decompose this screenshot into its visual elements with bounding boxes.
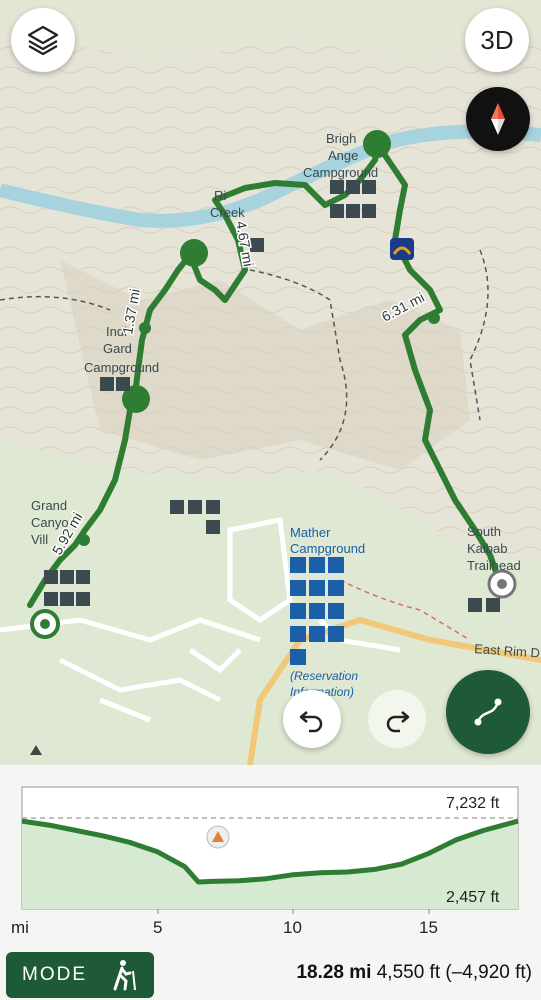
end-marker[interactable] <box>487 569 517 599</box>
route-tool-button[interactable] <box>446 670 530 754</box>
compass-icon <box>491 103 505 135</box>
label-bright-angel: Campground <box>303 165 378 180</box>
label-mather: Mather <box>290 525 331 540</box>
label-bright-angel: Brigh <box>326 131 356 146</box>
hiker-icon <box>113 960 136 991</box>
max-elevation-label: 7,232 ft <box>446 795 500 812</box>
axis-unit-label: mi <box>11 918 29 937</box>
layers-button[interactable] <box>11 8 75 72</box>
x-tick-label: 15 <box>419 918 438 937</box>
label-reservation: (Reservation <box>290 669 358 683</box>
waypoint[interactable] <box>180 239 208 267</box>
x-tick-label: 5 <box>153 918 163 937</box>
3d-toggle-button[interactable]: 3D <box>465 8 529 72</box>
route-distance: 18.28 mi <box>296 962 372 983</box>
compass-button[interactable] <box>466 87 530 151</box>
route-stats: 18.28 mi 4,550 ft (–4,920 ft) <box>296 962 532 984</box>
label-south-kaibab: South <box>467 524 501 539</box>
route-icon <box>474 698 502 726</box>
mode-button[interactable]: MODE <box>6 952 154 998</box>
label-creek: Creek <box>210 205 245 220</box>
waypoint-small[interactable] <box>78 534 90 546</box>
trail-map[interactable]: Brigh Ange Campground Ri Creek Indi Gard… <box>0 0 541 765</box>
label-grand-canyon: Vill <box>31 532 48 547</box>
label-creek: Ri <box>214 188 226 203</box>
waypoint-small[interactable] <box>139 322 151 334</box>
x-tick-label: 10 <box>283 918 302 937</box>
label-south-kaibab: Trailhead <box>467 558 521 573</box>
redo-icon <box>386 711 410 733</box>
label-indian-garden: Gard <box>103 341 132 356</box>
layers-icon <box>27 25 59 56</box>
rainbow-poi-icon <box>390 238 414 260</box>
waypoint[interactable] <box>363 130 391 158</box>
undo-button[interactable] <box>283 690 341 748</box>
redo-button[interactable] <box>368 690 426 748</box>
min-elevation-label: 2,457 ft <box>446 889 500 906</box>
start-marker[interactable] <box>30 609 60 639</box>
route-elevation-gain: 4,550 ft (–4,920 ft) <box>376 962 532 983</box>
label-indian-garden: Campground <box>84 360 159 375</box>
label-mather: Campground <box>290 541 365 556</box>
mode-label: MODE <box>22 964 87 985</box>
waypoint-small[interactable] <box>428 312 440 324</box>
label-south-kaibab: Kaibab <box>467 541 507 556</box>
label-bright-angel: Ange <box>328 148 358 163</box>
3d-label: 3D <box>480 24 514 55</box>
undo-icon <box>299 711 323 733</box>
label-grand-canyon: Grand <box>31 498 67 513</box>
